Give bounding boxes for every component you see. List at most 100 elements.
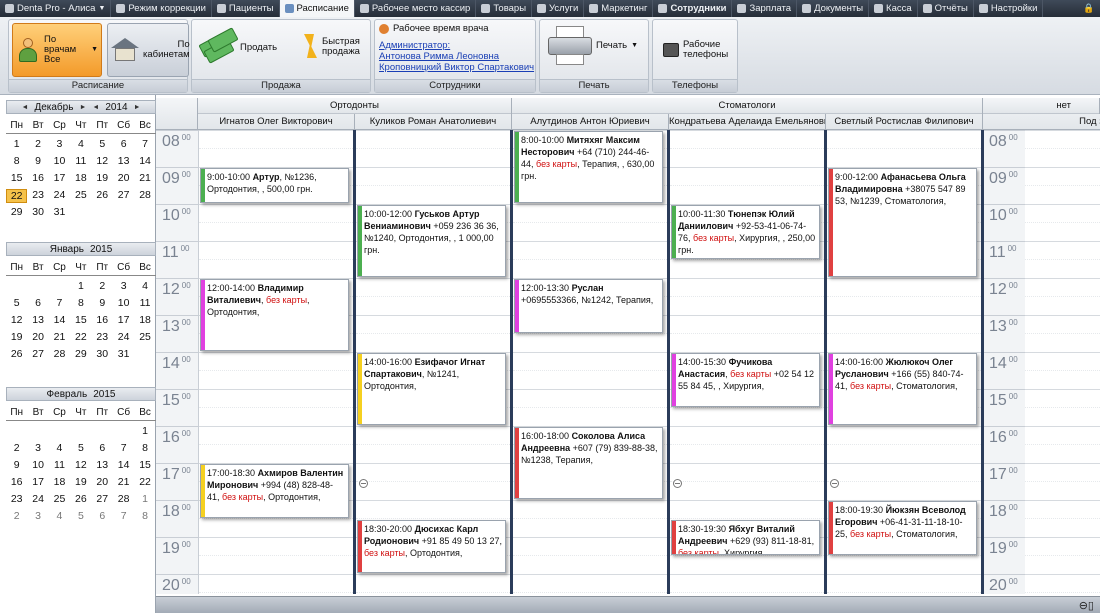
appointment-card[interactable]: 12:00-13:30 Руслан +0695553366, №1242, Т… bbox=[514, 279, 663, 333]
calendar-day[interactable]: 27 bbox=[27, 348, 48, 360]
appointment-card[interactable]: 14:00-16:00 Жюлюкоч Олег Русланович +166… bbox=[828, 353, 977, 425]
calendar-day[interactable]: 7 bbox=[49, 297, 70, 309]
calendar-day[interactable]: 22 bbox=[70, 331, 91, 343]
calendar-day[interactable]: 13 bbox=[27, 314, 48, 326]
doctor-work-time-button[interactable]: Рабочее время врача bbox=[379, 24, 489, 34]
calendar-day[interactable]: 5 bbox=[92, 138, 113, 150]
calendar-day[interactable]: 28 bbox=[49, 348, 70, 360]
calendar-day[interactable]: 18 bbox=[70, 172, 91, 184]
calendar-day[interactable]: 20 bbox=[27, 331, 48, 343]
calendar-day[interactable]: 12 bbox=[92, 155, 113, 167]
calendar-day[interactable]: 26 bbox=[70, 493, 91, 505]
calendar-day[interactable]: 2 bbox=[6, 510, 27, 522]
by-doctors-button[interactable]: По врачам Все ▼ bbox=[12, 23, 102, 77]
calendar-day[interactable]: 19 bbox=[70, 476, 91, 488]
calendar-day[interactable]: 2 bbox=[92, 280, 113, 292]
calendar-day[interactable]: 13 bbox=[113, 155, 134, 167]
calendar-day[interactable]: 5 bbox=[70, 510, 91, 522]
calendar-day[interactable]: 25 bbox=[49, 493, 70, 505]
calendar-day[interactable]: 1 bbox=[134, 493, 155, 505]
chevron-down-icon[interactable]: ▼ bbox=[98, 5, 105, 12]
menu-item-4[interactable]: Рабочее место кассир bbox=[355, 0, 477, 17]
calendar-day[interactable]: 12 bbox=[6, 314, 27, 326]
appointment-card[interactable]: 14:00-16:00 Езифачог Игнат Спартакович, … bbox=[357, 353, 506, 425]
calendar-day[interactable]: 3 bbox=[27, 442, 48, 454]
calendar-day[interactable]: 23 bbox=[92, 331, 113, 343]
appointment-card[interactable]: 14:00-15:30 Фучикова Анастасия, без карт… bbox=[671, 353, 820, 407]
calendar-day[interactable]: 3 bbox=[27, 510, 48, 522]
calendar-day[interactable]: 14 bbox=[134, 155, 155, 167]
calendar-day[interactable]: 23 bbox=[27, 189, 48, 203]
calendar-day[interactable]: 1 bbox=[6, 138, 27, 150]
calendar-day[interactable]: 8 bbox=[70, 297, 91, 309]
appointment-card[interactable]: 8:00-10:00 Митяхяг Максим Несторович +64… bbox=[514, 131, 663, 203]
lock-icon[interactable]: 🔒 bbox=[1078, 0, 1100, 17]
calendar-day[interactable]: 11 bbox=[134, 297, 155, 309]
next-month-icon[interactable]: ► bbox=[79, 104, 86, 111]
calendar-day[interactable]: 25 bbox=[134, 331, 155, 343]
calendar-day[interactable]: 24 bbox=[27, 493, 48, 505]
calendar-day[interactable]: 19 bbox=[6, 331, 27, 343]
calendar-day[interactable]: 9 bbox=[92, 297, 113, 309]
doctor-name-link[interactable]: Кроповницкий Виктор Спартакович bbox=[379, 62, 534, 73]
appointment-card[interactable]: 9:00-12:00 Афанасьева Ольга Владимировна… bbox=[828, 168, 977, 277]
calendar-day[interactable]: 9 bbox=[27, 155, 48, 167]
calendar-day[interactable]: 29 bbox=[6, 206, 27, 218]
calendar-day[interactable]: 1 bbox=[134, 425, 155, 437]
calendar-day[interactable]: 10 bbox=[113, 297, 134, 309]
menu-item-12[interactable]: Отчёты bbox=[918, 0, 974, 17]
by-rooms-button[interactable]: По кабинетам bbox=[107, 23, 190, 77]
calendar-day[interactable]: 14 bbox=[113, 459, 134, 471]
menu-item-0[interactable]: Denta Pro - Алиса ▼ bbox=[0, 0, 112, 17]
print-button[interactable]: Печать ▼ bbox=[548, 26, 638, 66]
calendar-day[interactable]: 11 bbox=[70, 155, 91, 167]
menu-item-5[interactable]: Товары bbox=[476, 0, 533, 17]
zoom-icon[interactable]: ⊖▯ bbox=[1079, 599, 1094, 612]
menu-item-10[interactable]: Документы bbox=[797, 0, 870, 17]
calendar-day[interactable]: 6 bbox=[113, 138, 134, 150]
calendar-day[interactable]: 10 bbox=[27, 459, 48, 471]
calendar-day[interactable]: 30 bbox=[92, 348, 113, 360]
calendar-day[interactable]: 10 bbox=[49, 155, 70, 167]
sell-button[interactable]: Продать bbox=[196, 27, 277, 68]
calendar-day[interactable]: 17 bbox=[49, 172, 70, 184]
appointment-card[interactable]: 18:30-19:30 Ябхуг Виталий Андреевич +629… bbox=[671, 519, 820, 555]
calendar-day[interactable]: 15 bbox=[70, 314, 91, 326]
menu-item-2[interactable]: Пациенты bbox=[212, 0, 280, 17]
calendar-day[interactable]: 28 bbox=[113, 493, 134, 505]
calendar-day[interactable]: 16 bbox=[92, 314, 113, 326]
calendar-day[interactable]: 13 bbox=[92, 459, 113, 471]
calendar-day[interactable]: 18 bbox=[49, 476, 70, 488]
admin-name-link[interactable]: Антонова Римма Леоновна bbox=[379, 51, 534, 62]
calendar-day[interactable]: 8 bbox=[6, 155, 27, 167]
next-year-icon[interactable]: ► bbox=[134, 104, 141, 111]
work-phones-button[interactable]: Рабочие телефоны bbox=[663, 40, 728, 60]
calendar-day[interactable]: 26 bbox=[6, 348, 27, 360]
calendar-day[interactable]: 1 bbox=[70, 280, 91, 292]
calendar-day[interactable]: 31 bbox=[113, 348, 134, 360]
calendar-day[interactable]: 24 bbox=[49, 189, 70, 203]
calendar-day[interactable]: 5 bbox=[70, 442, 91, 454]
prev-year-icon[interactable]: ◄ bbox=[92, 104, 99, 111]
appointment-card[interactable]: 18:00-19:30 Йюкзян Всеволод Егорович +06… bbox=[828, 501, 977, 555]
admin-label-link[interactable]: Администратор: bbox=[379, 40, 534, 51]
calendar-day[interactable]: 14 bbox=[49, 314, 70, 326]
appointment-card[interactable]: 10:00-12:00 Гуськов Артур Вениаминович +… bbox=[357, 205, 506, 277]
calendar-day[interactable]: 21 bbox=[113, 476, 134, 488]
appointment-card[interactable]: 9:00-10:00 Артур, №1236, Ортодонтия, , 5… bbox=[200, 168, 349, 203]
calendar-day[interactable]: 6 bbox=[27, 297, 48, 309]
calendar-day[interactable]: 12 bbox=[70, 459, 91, 471]
calendar-day[interactable]: 20 bbox=[113, 172, 134, 184]
calendar-day[interactable]: 15 bbox=[134, 459, 155, 471]
calendar-day[interactable]: 22 bbox=[134, 476, 155, 488]
menu-item-3[interactable]: Расписание bbox=[279, 0, 355, 17]
calendar-day[interactable]: 17 bbox=[113, 314, 134, 326]
calendar-day[interactable]: 19 bbox=[92, 172, 113, 184]
calendar-day[interactable]: 23 bbox=[6, 493, 27, 505]
menu-item-7[interactable]: Маркетинг bbox=[584, 0, 654, 17]
calendar-day[interactable]: 28 bbox=[134, 189, 155, 203]
calendar-day[interactable]: 30 bbox=[27, 206, 48, 218]
calendar-day[interactable]: 3 bbox=[113, 280, 134, 292]
calendar-day[interactable]: 7 bbox=[134, 138, 155, 150]
calendar-day[interactable]: 25 bbox=[70, 189, 91, 203]
